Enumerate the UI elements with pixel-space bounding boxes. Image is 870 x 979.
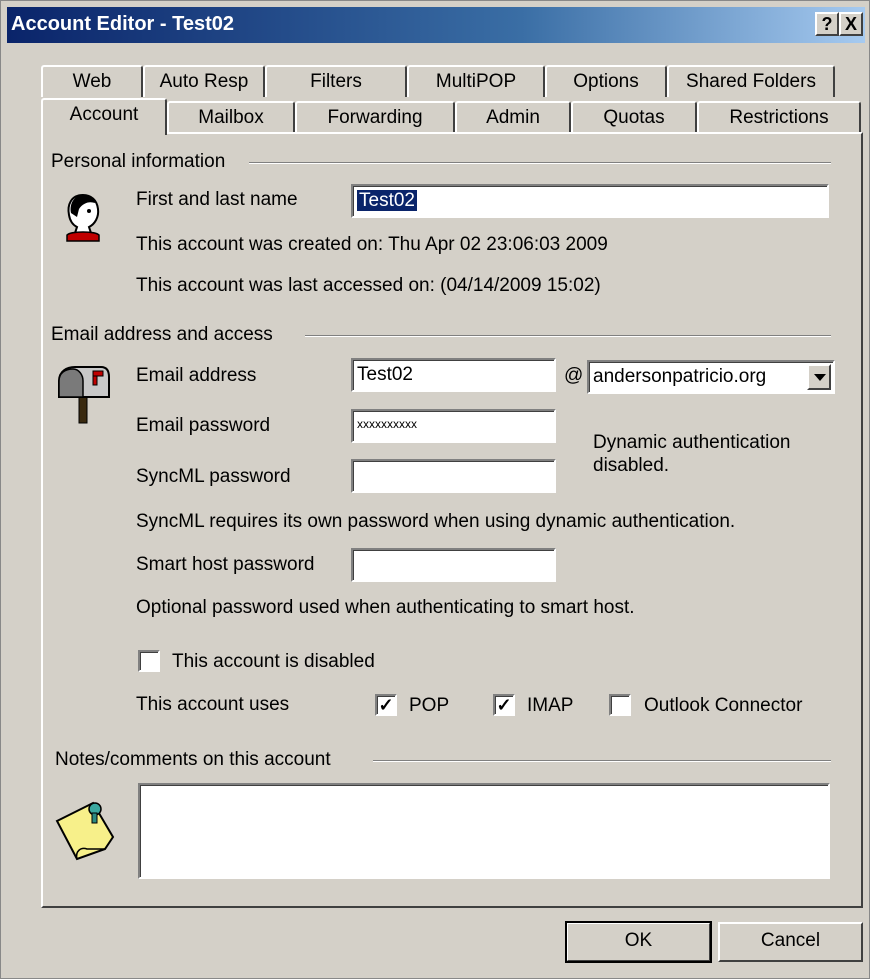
syncml-password-field[interactable] [351,459,556,493]
tab-account[interactable]: Account [41,98,167,135]
pop-label: POP [409,695,450,716]
domain-select[interactable]: andersonpatricio.org [587,360,835,394]
imap-checkbox[interactable]: ✓ [493,694,515,716]
tab-restrictions[interactable]: Restrictions [697,101,861,133]
tab-quotas[interactable]: Quotas [571,101,697,133]
account-disabled-label: This account is disabled [172,651,375,672]
email-password-label: Email password [136,415,271,436]
email-password-field[interactable]: xxxxxxxxxx [351,409,556,443]
tab-multipop[interactable]: MultiPOP [407,65,545,97]
sticky-note-icon [55,801,115,861]
created-text: This account was created on: Thu Apr 02 … [136,234,608,255]
imap-label: IMAP [527,695,574,716]
at-sign: @ [564,365,584,386]
person-head-icon [66,193,100,242]
name-field[interactable]: Test02 [351,184,829,218]
syncml-password-label: SyncML password [136,466,291,487]
name-label: First and last name [136,189,298,210]
dynamic-auth-text: Dynamic authentication disabled. [593,432,791,476]
email-access-divider [305,335,831,337]
notes-textarea[interactable] [138,783,830,879]
email-address-field[interactable]: Test02 [351,358,556,392]
tab-web[interactable]: Web [41,65,143,97]
mailbox-icon [58,366,110,424]
tab-auto-resp[interactable]: Auto Resp [143,65,265,97]
accessed-text: This account was last accessed on: (04/1… [136,275,601,296]
smarthost-password-field[interactable] [351,548,556,582]
outlook-connector-label: Outlook Connector [644,695,803,716]
personal-info-divider [249,162,831,164]
tab-admin[interactable]: Admin [455,101,571,133]
outlook-connector-checkbox[interactable] [609,694,631,716]
ok-button[interactable]: OK [565,921,712,963]
personal-info-group-label: Personal information [51,151,226,172]
email-address-label: Email address [136,365,257,386]
window-title: Account Editor - Test02 [11,13,234,35]
syncml-note: SyncML requires its own password when us… [136,511,736,532]
account-uses-label: This account uses [136,694,290,715]
notes-divider [373,760,831,762]
account-editor-window: Account Editor - Test02 ? X Web Auto Res… [0,0,870,979]
pop-checkbox[interactable]: ✓ [375,694,397,716]
chevron-down-icon[interactable] [807,364,831,390]
account-disabled-checkbox[interactable] [138,650,160,672]
smarthost-note: Optional password used when authenticati… [136,597,635,618]
name-value: Test02 [357,190,417,211]
notes-group-label: Notes/comments on this account [55,749,331,770]
email-access-group-label: Email address and access [51,324,273,345]
smarthost-password-label: Smart host password [136,554,315,575]
tab-forwarding[interactable]: Forwarding [295,101,455,133]
title-bar[interactable]: Account Editor - Test02 ? X [7,7,865,43]
tab-filters[interactable]: Filters [265,65,407,97]
tab-mailbox[interactable]: Mailbox [167,101,295,133]
domain-value: andersonpatricio.org [593,366,767,387]
tab-shared-folders[interactable]: Shared Folders [667,65,835,97]
close-button[interactable]: X [839,12,863,36]
cancel-button[interactable]: Cancel [718,922,863,962]
help-button[interactable]: ? [815,12,839,36]
tab-options[interactable]: Options [545,65,667,97]
